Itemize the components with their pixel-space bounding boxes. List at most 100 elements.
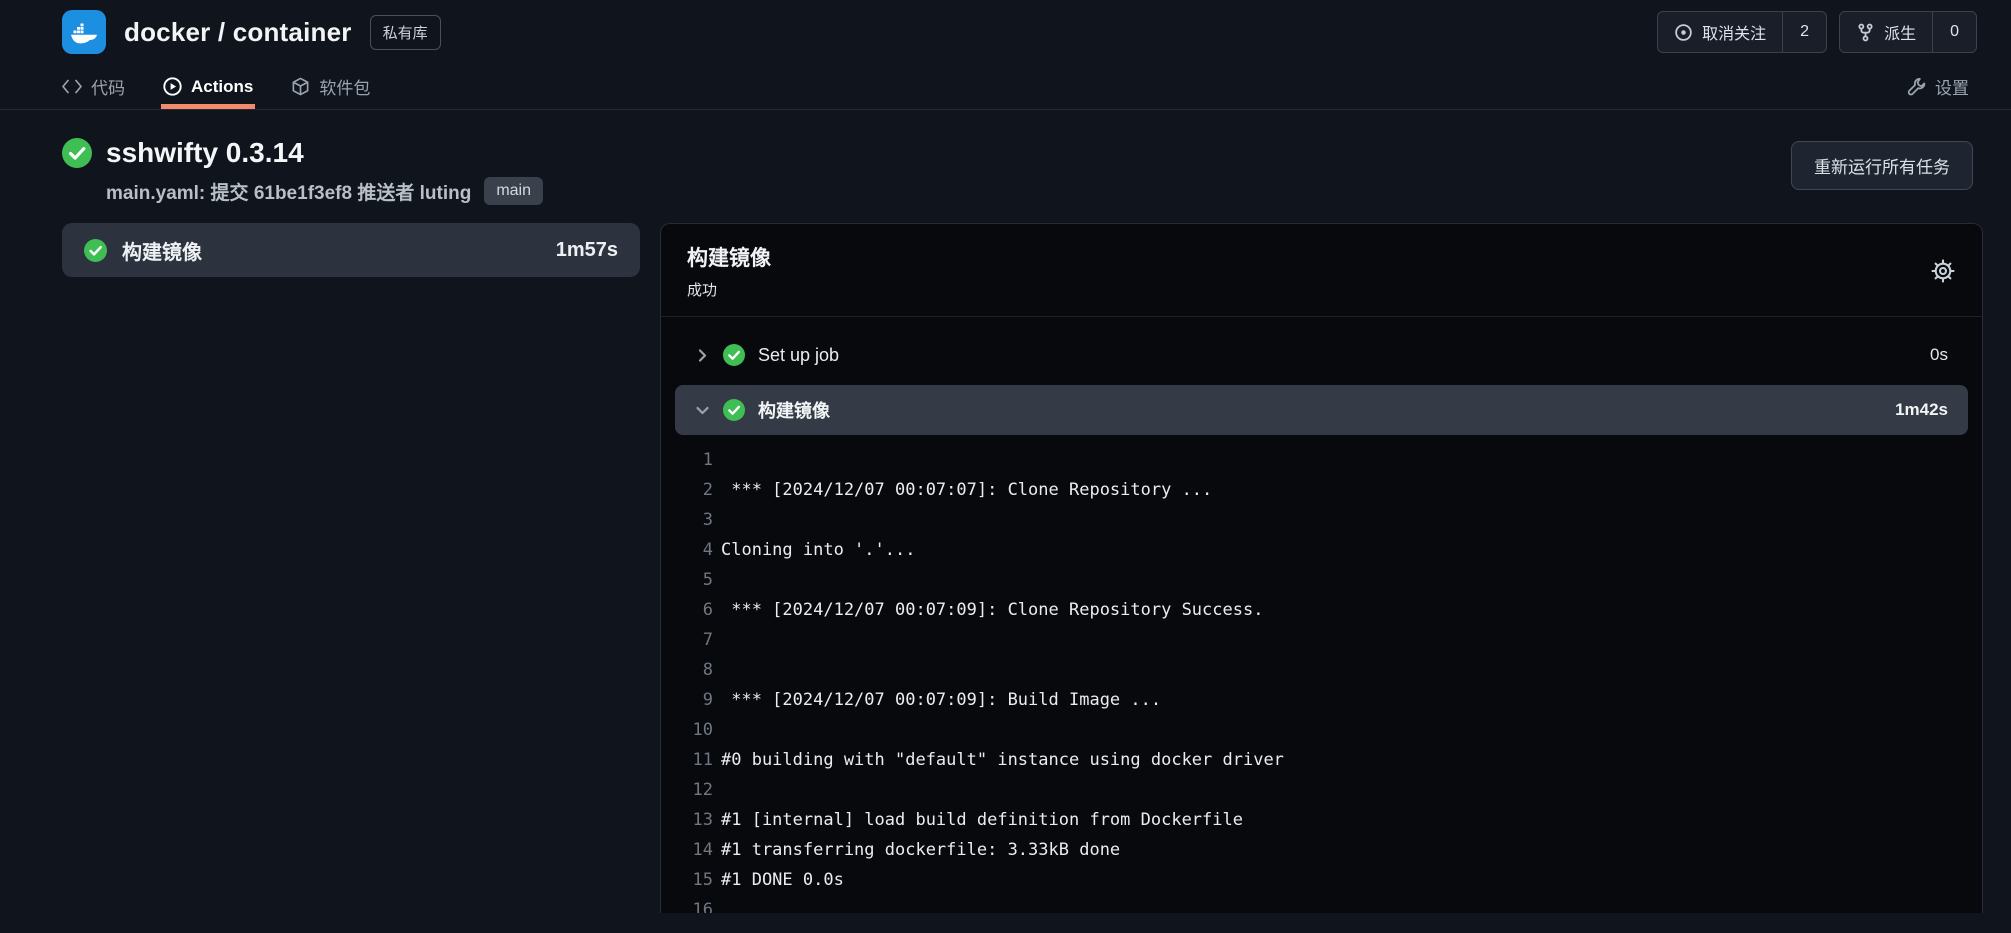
log-line[interactable]: 2 *** [2024/12/07 00:07:07]: Clone Repos…	[661, 475, 1982, 505]
tab-settings-label: 设置	[1935, 74, 1969, 99]
forks-count[interactable]: 0	[1932, 12, 1976, 52]
job-success-check-icon	[84, 239, 107, 262]
gear-icon[interactable]	[1930, 258, 1956, 284]
log-line-text: #0 building with "default" instance usin…	[721, 745, 1284, 775]
unwatch-button[interactable]: 取消关注 2	[1657, 11, 1827, 53]
job-log-panel: 构建镜像 成功	[660, 223, 1983, 913]
log-line-number: 16	[661, 895, 713, 913]
step-success-check-icon	[723, 344, 745, 366]
log-line-text: #1 [internal] load build definition from…	[721, 805, 1243, 835]
fork-button[interactable]: 派生 0	[1839, 11, 1977, 53]
header-actions: 取消关注 2 派生 0	[1657, 11, 1977, 53]
step-success-check-icon	[723, 399, 745, 421]
log-line-number: 11	[661, 745, 713, 775]
log-line-text: Cloning into '.'...	[721, 535, 915, 565]
log-line[interactable]: 11 #0 building with "default" instance us…	[661, 745, 1982, 775]
fork-button-main: 派生	[1840, 12, 1932, 52]
log-line[interactable]: 13 #1 [internal] load build definition fr…	[661, 805, 1982, 835]
tab-packages[interactable]: 软件包	[291, 64, 370, 109]
log-line[interactable]: 9 *** [2024/12/07 00:07:09]: Build Image…	[661, 685, 1982, 715]
tab-packages-label: 软件包	[319, 74, 370, 99]
log-line-number: 6	[661, 595, 713, 625]
repo-header: docker / container 私有库 取消关注 2	[0, 0, 2011, 64]
step-row-build-image[interactable]: 构建镜像 1m42s	[675, 385, 1968, 435]
log-line-number: 8	[661, 655, 713, 685]
run-commit-info[interactable]: main.yaml: 提交 61be1f3ef8 推送者 luting	[106, 178, 471, 205]
watchers-count[interactable]: 2	[1782, 12, 1826, 52]
chevron-right-icon	[695, 348, 710, 363]
tab-actions[interactable]: Actions	[163, 64, 253, 109]
wrench-icon	[1907, 77, 1926, 96]
run-title: sshwifty 0.3.14	[106, 137, 304, 169]
log-line-text: *** [2024/12/07 00:07:09]: Build Image .…	[721, 685, 1161, 715]
log-line[interactable]: 10	[661, 715, 1982, 745]
log-line-text: *** [2024/12/07 00:07:07]: Clone Reposit…	[721, 475, 1212, 505]
run-main: 构建镜像 1m57s 构建镜像 成功	[0, 223, 2011, 913]
run-header-left: sshwifty 0.3.14 main.yaml: 提交 61be1f3ef8…	[62, 137, 1791, 205]
job-name: 构建镜像	[122, 236, 202, 265]
rerun-all-jobs-button[interactable]: 重新运行所有任务	[1791, 141, 1973, 190]
package-icon	[291, 77, 310, 96]
log-line-number: 13	[661, 805, 713, 835]
job-panel-header-text: 构建镜像 成功	[687, 242, 771, 300]
job-panel-title: 构建镜像	[687, 242, 771, 272]
play-circle-icon	[163, 77, 182, 96]
run-header: sshwifty 0.3.14 main.yaml: 提交 61be1f3ef8…	[0, 110, 2011, 223]
fork-label: 派生	[1884, 20, 1916, 44]
step-log: 1 2 *** [2024/12/07 00:07:07]: Clone Rep…	[661, 435, 1982, 913]
log-line-number: 10	[661, 715, 713, 745]
log-line-number: 2	[661, 475, 713, 505]
docker-logo-icon	[69, 17, 99, 47]
log-line[interactable]: 7	[661, 625, 1982, 655]
fork-icon	[1856, 23, 1875, 42]
branch-badge[interactable]: main	[484, 177, 543, 205]
log-line-number: 3	[661, 505, 713, 535]
log-line[interactable]: 1	[661, 445, 1982, 475]
step-duration: 1m42s	[1895, 400, 1948, 420]
log-line-number: 15	[661, 865, 713, 895]
tab-settings[interactable]: 设置	[1907, 64, 1969, 109]
log-line[interactable]: 14 #1 transferring dockerfile: 3.33kB don…	[661, 835, 1982, 865]
unwatch-label: 取消关注	[1702, 20, 1766, 44]
repo-title[interactable]: docker / container	[124, 17, 352, 48]
log-line[interactable]: 12	[661, 775, 1982, 805]
log-line-text: #1 transferring dockerfile: 3.33kB done	[721, 835, 1120, 865]
log-line[interactable]: 16	[661, 895, 1982, 913]
tab-actions-label: Actions	[191, 77, 253, 97]
chevron-down-icon	[695, 403, 710, 418]
visibility-badge: 私有库	[370, 15, 441, 50]
log-line-number: 12	[661, 775, 713, 805]
log-line-text: #1 DONE 0.0s	[721, 865, 844, 895]
step-row-setup-job[interactable]: Set up job 0s	[661, 327, 1982, 383]
repo-avatar[interactable]	[62, 10, 106, 54]
log-line[interactable]: 4 Cloning into '.'...	[661, 535, 1982, 565]
log-line[interactable]: 5	[661, 565, 1982, 595]
log-line[interactable]: 8	[661, 655, 1982, 685]
log-line-number: 4	[661, 535, 713, 565]
step-name: Set up job	[758, 345, 839, 366]
step-duration: 0s	[1930, 345, 1948, 365]
job-status: 成功	[687, 279, 771, 300]
job-item-build-image[interactable]: 构建镜像 1m57s	[62, 223, 640, 277]
repo-tabbar: 代码 Actions 软件包 设置	[0, 64, 2011, 110]
job-duration: 1m57s	[556, 239, 618, 262]
step-name: 构建镜像	[758, 397, 830, 423]
log-line-number: 14	[661, 835, 713, 865]
log-line-text: *** [2024/12/07 00:07:09]: Clone Reposit…	[721, 595, 1263, 625]
unwatch-button-main: 取消关注	[1658, 12, 1782, 52]
log-line[interactable]: 15 #1 DONE 0.0s	[661, 865, 1982, 895]
tab-code-label: 代码	[91, 74, 125, 99]
log-line[interactable]: 6 *** [2024/12/07 00:07:09]: Clone Repos…	[661, 595, 1982, 625]
log-line[interactable]: 3	[661, 505, 1982, 535]
log-line-number: 1	[661, 445, 713, 475]
log-line-number: 9	[661, 685, 713, 715]
log-line-number: 7	[661, 625, 713, 655]
eye-icon	[1674, 23, 1693, 42]
code-icon	[62, 79, 82, 94]
log-line-number: 5	[661, 565, 713, 595]
run-success-check-icon	[62, 138, 92, 168]
job-panel-header: 构建镜像 成功	[661, 224, 1982, 317]
tab-code[interactable]: 代码	[62, 64, 125, 109]
jobs-sidebar: 构建镜像 1m57s	[62, 223, 640, 913]
job-steps: Set up job 0s 构建镜像 1m42s	[661, 317, 1982, 435]
